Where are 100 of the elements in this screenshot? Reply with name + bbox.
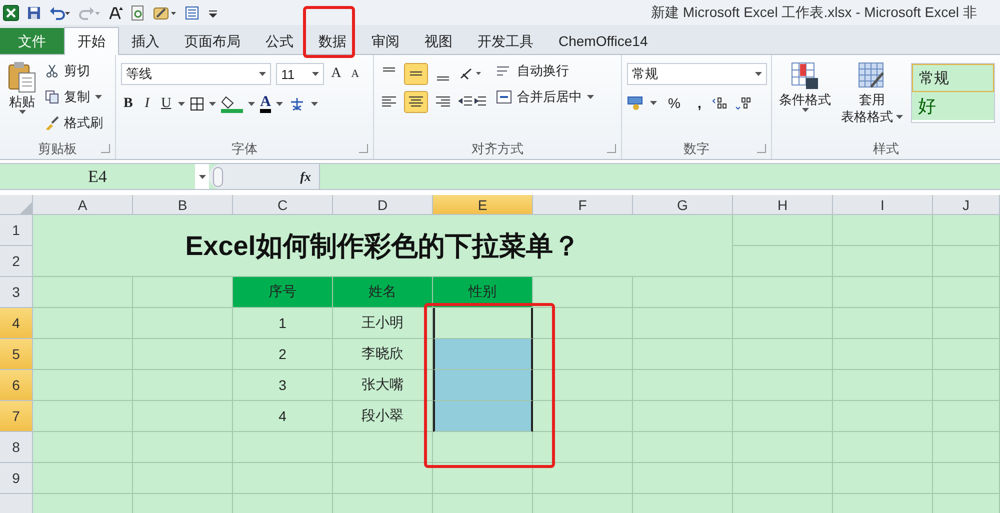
ribbon-tab[interactable]: 数据 [306, 28, 359, 54]
row-header[interactable]: 5 [0, 339, 33, 370]
sheet-cell[interactable] [533, 463, 633, 494]
row-header[interactable]: 7 [0, 401, 33, 432]
sheet-cell[interactable] [833, 215, 933, 246]
sheet-cell[interactable] [133, 432, 233, 463]
sheet-cell[interactable] [133, 370, 233, 401]
ribbon-tab[interactable]: 公式 [253, 28, 306, 54]
table-cell[interactable] [433, 401, 533, 432]
italic-button[interactable]: I [140, 96, 154, 112]
row-header[interactable]: 8 [0, 432, 33, 463]
ribbon-tab[interactable]: 视图 [412, 28, 465, 54]
sheet-cell[interactable] [933, 215, 1000, 246]
column-header[interactable]: D [333, 195, 433, 215]
sheet-cell[interactable] [33, 339, 133, 370]
dropdown-caret-icon[interactable] [178, 102, 186, 106]
sheet-cell[interactable] [133, 463, 233, 494]
sheet-cell[interactable] [633, 370, 733, 401]
row-header[interactable]: 6 [0, 370, 33, 401]
sheet-cell[interactable] [133, 339, 233, 370]
fill-color-icon[interactable] [221, 95, 244, 113]
dropdown-caret-icon[interactable] [755, 72, 762, 76]
dropdown-caret-icon[interactable] [259, 72, 266, 76]
sheet-cell[interactable] [933, 339, 1000, 370]
insert-function-button[interactable]: fx [300, 168, 311, 184]
bold-button[interactable]: B [121, 96, 136, 112]
ribbon-tab[interactable]: 页面布局 [172, 28, 253, 54]
font-name-field[interactable]: 等线 [121, 63, 272, 85]
splitter-handle[interactable] [213, 166, 223, 186]
ribbon-tab[interactable]: ChemOffice14 [546, 28, 660, 54]
align-center-icon[interactable] [404, 91, 428, 113]
sheet-cell[interactable] [633, 463, 733, 494]
dropdown-caret-icon[interactable] [198, 174, 206, 178]
format-as-table-button[interactable]: 套用 表格格式 [839, 59, 905, 139]
column-header[interactable]: F [533, 195, 633, 215]
sheet-cell[interactable] [333, 432, 433, 463]
sheet-cell[interactable] [33, 308, 133, 339]
sheet-cell[interactable] [633, 401, 733, 432]
ribbon-tab[interactable]: 开发工具 [465, 28, 546, 54]
font-size-field[interactable]: 11 [276, 63, 324, 85]
font-size-icon[interactable] [109, 6, 123, 20]
dropdown-caret-icon[interactable] [312, 72, 320, 76]
dropdown-caret-icon[interactable] [586, 95, 594, 99]
sheet-cell[interactable] [633, 277, 733, 308]
sheet-cell[interactable] [933, 401, 1000, 432]
percent-button[interactable]: % [662, 95, 686, 111]
sheet-cell[interactable] [633, 339, 733, 370]
sheet-cell[interactable] [833, 308, 933, 339]
column-header[interactable]: J [933, 195, 1000, 215]
sheet-cell[interactable] [833, 401, 933, 432]
borders-icon[interactable] [190, 97, 204, 111]
sheet-cell[interactable] [833, 246, 933, 277]
sheet-cell[interactable] [733, 277, 833, 308]
sheet-cell[interactable] [833, 432, 933, 463]
sheet-cell[interactable] [933, 246, 1000, 277]
sheet-cell[interactable] [33, 401, 133, 432]
sheet-cell[interactable] [33, 277, 133, 308]
dropdown-caret-icon[interactable] [18, 110, 26, 114]
sheet-cell[interactable] [733, 463, 833, 494]
dialog-launcher-icon[interactable] [101, 144, 110, 153]
grow-font-button[interactable]: A [329, 66, 344, 82]
sheet-cell[interactable] [233, 432, 333, 463]
form-icon[interactable] [185, 6, 199, 20]
paste-button[interactable]: 粘贴 [5, 59, 39, 139]
ribbon-tab[interactable]: 插入 [119, 28, 172, 54]
sheet-cell[interactable] [133, 308, 233, 339]
dialog-launcher-icon[interactable] [358, 144, 368, 153]
sheet-cell[interactable] [833, 339, 933, 370]
column-header[interactable]: A [33, 195, 133, 215]
sheet-cell[interactable] [733, 215, 833, 246]
sheet-cell[interactable] [33, 370, 133, 401]
align-middle-icon[interactable] [404, 63, 428, 85]
dropdown-caret-icon[interactable] [310, 102, 318, 106]
ribbon-tab[interactable]: 文件 [0, 28, 64, 54]
dropdown-caret-icon[interactable] [95, 95, 102, 99]
sheet-cell[interactable] [933, 463, 1000, 494]
sheet-cell[interactable] [533, 308, 633, 339]
dropdown-caret-icon[interactable] [209, 102, 216, 106]
merge-center-button[interactable]: 合并后居中 [496, 87, 594, 107]
cut-button[interactable]: 剪切 [45, 61, 103, 81]
currency-icon[interactable] [627, 95, 645, 111]
sheet-cell[interactable] [33, 432, 133, 463]
row-header[interactable]: 9 [0, 463, 33, 494]
sheet-cell[interactable] [733, 246, 833, 277]
font-color-button[interactable]: A [260, 95, 271, 113]
dropdown-caret-icon[interactable] [276, 102, 283, 106]
column-header[interactable]: I [833, 195, 933, 215]
sheet-cell[interactable] [733, 432, 833, 463]
shrink-font-button[interactable]: A [348, 68, 362, 80]
undo-icon[interactable] [49, 6, 71, 20]
excel-logo-icon[interactable] [3, 4, 19, 20]
copy-button[interactable]: 复制 [45, 87, 103, 107]
dropdown-caret-icon[interactable] [248, 102, 256, 106]
good-style-item[interactable]: 好 [912, 92, 994, 120]
number-format-field[interactable]: 常规 [627, 63, 767, 85]
row-header[interactable]: 2 [0, 246, 33, 277]
sheet-cell[interactable] [833, 277, 933, 308]
row-header[interactable]: 3 [0, 277, 33, 308]
sheet-cell[interactable] [733, 308, 833, 339]
sheet-cell[interactable] [833, 370, 933, 401]
